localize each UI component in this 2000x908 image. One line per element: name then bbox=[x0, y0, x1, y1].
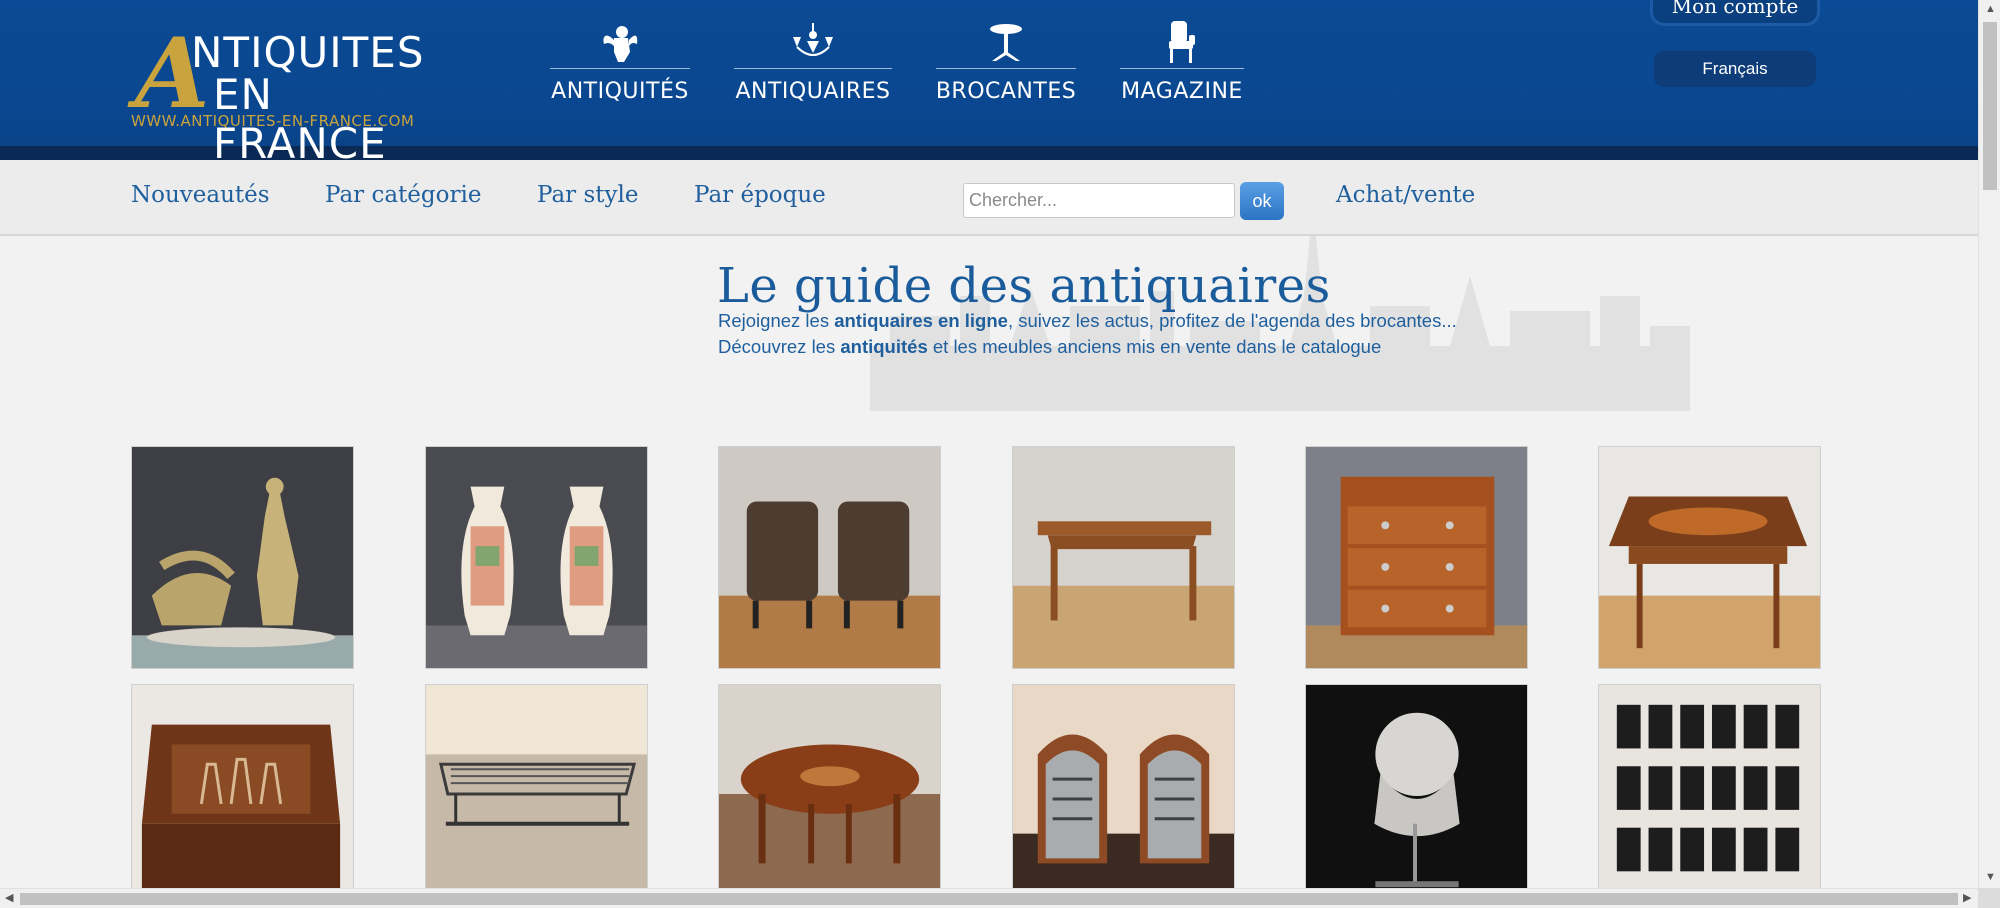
armchair-icon bbox=[1152, 20, 1212, 66]
product-thumbnail[interactable] bbox=[1012, 446, 1235, 669]
horizontal-scrollbar[interactable]: ◀ ▶ bbox=[0, 888, 1978, 908]
vases-image bbox=[426, 447, 647, 668]
product-thumbnail[interactable] bbox=[1305, 446, 1528, 669]
nav-label: BROCANTES bbox=[935, 79, 1077, 104]
cherub-icon bbox=[590, 20, 650, 66]
product-thumbnail[interactable] bbox=[425, 446, 648, 669]
antiquites-link[interactable]: antiquités bbox=[840, 336, 927, 357]
hero-text: , suivez les actus, profitez de l'agenda… bbox=[1007, 310, 1457, 331]
nav-antiquites[interactable]: ANTIQUITÉS bbox=[550, 20, 690, 104]
marquetry-box-image bbox=[132, 685, 353, 906]
writing-table-image bbox=[1013, 447, 1234, 668]
product-thumbnail[interactable] bbox=[1305, 684, 1528, 907]
subnav-par-categorie[interactable]: Par catégorie bbox=[325, 182, 481, 208]
subnav-achat-vente[interactable]: Achat/vente bbox=[1336, 182, 1475, 208]
scroll-up-icon[interactable]: ▲ bbox=[1985, 4, 1996, 15]
product-thumbnail[interactable] bbox=[131, 684, 354, 907]
nav-antiquaires[interactable]: ANTIQUAIRES bbox=[734, 20, 892, 104]
antiquaires-en-ligne-link[interactable]: antiquaires en ligne bbox=[834, 310, 1008, 331]
site-logo[interactable]: A NTIQUITES EN FRANCE WWW.ANTIQUITES-EN-… bbox=[131, 24, 451, 169]
pedestal-table-icon bbox=[976, 20, 1036, 66]
vertical-scrollbar-thumb[interactable] bbox=[1983, 22, 1997, 190]
nav-divider bbox=[734, 68, 892, 69]
hero-text: Découvrez les bbox=[718, 336, 841, 357]
vertical-scrollbar[interactable]: ▲ ▼ bbox=[1978, 0, 2000, 888]
subnav-par-style[interactable]: Par style bbox=[537, 182, 638, 208]
search-input[interactable] bbox=[963, 183, 1235, 218]
herbarium-frames-image bbox=[1599, 685, 1820, 906]
product-thumbnail[interactable] bbox=[1598, 446, 1821, 669]
horizontal-scrollbar-thumb[interactable] bbox=[20, 893, 1958, 905]
nav-magazine[interactable]: MAGAZINE bbox=[1120, 20, 1244, 104]
hero-text: et les meubles anciens mis en vente dans… bbox=[927, 336, 1382, 357]
main-nav: ANTIQUITÉS ANTIQUAIRES BROCANTES MAGAZIN… bbox=[550, 20, 1244, 104]
scroll-left-icon[interactable]: ◀ bbox=[5, 893, 13, 904]
page-title: Le guide des antiquaires bbox=[717, 258, 1331, 314]
product-thumbnail[interactable] bbox=[1598, 684, 1821, 907]
language-selector[interactable]: Français bbox=[1654, 51, 1816, 87]
secondary-nav: Nouveautés Par catégorie Par style Par é… bbox=[0, 160, 1978, 236]
nav-label: ANTIQUITÉS bbox=[551, 79, 689, 104]
product-thumbnail[interactable] bbox=[131, 446, 354, 669]
bergere-chairs-image bbox=[1013, 685, 1234, 906]
hero-intro-line-1: Rejoignez les antiquaires en ligne, suiv… bbox=[718, 310, 1457, 332]
scroll-down-icon[interactable]: ▼ bbox=[1985, 872, 1996, 883]
hero-intro-line-2: Découvrez les antiquités et les meubles … bbox=[718, 336, 1381, 358]
product-thumbnail[interactable] bbox=[718, 446, 941, 669]
nav-divider bbox=[936, 68, 1076, 69]
subnav-nouveautes[interactable]: Nouveautés bbox=[131, 182, 270, 208]
scroll-right-icon[interactable]: ▶ bbox=[1963, 893, 1971, 904]
search-button[interactable]: ok bbox=[1240, 182, 1284, 220]
hero-text: Rejoignez les bbox=[718, 310, 835, 331]
site-header: A NTIQUITES EN FRANCE WWW.ANTIQUITES-EN-… bbox=[0, 0, 1978, 169]
nav-label: ANTIQUAIRES bbox=[735, 79, 891, 104]
chrome-shelf-image bbox=[426, 685, 647, 906]
sculpture-image bbox=[132, 447, 353, 668]
nav-brocantes[interactable]: BROCANTES bbox=[936, 20, 1076, 104]
armchairs-image bbox=[719, 447, 940, 668]
scrollbar-corner bbox=[1978, 888, 2000, 908]
nav-divider bbox=[550, 68, 690, 69]
account-button[interactable]: Mon compte bbox=[1650, 0, 1820, 26]
subnav-par-epoque[interactable]: Par époque bbox=[694, 182, 826, 208]
product-thumbnail[interactable] bbox=[425, 684, 648, 907]
logo-url: WWW.ANTIQUITES-EN-FRANCE.COM bbox=[131, 112, 415, 130]
product-thumbnail[interactable] bbox=[718, 684, 941, 907]
product-thumbnail[interactable] bbox=[1012, 684, 1235, 907]
nav-label: MAGAZINE bbox=[1121, 79, 1243, 104]
round-table-image bbox=[719, 685, 940, 906]
plaster-bust-image bbox=[1306, 685, 1527, 906]
side-table-image bbox=[1599, 447, 1820, 668]
chandelier-icon bbox=[783, 20, 843, 66]
nav-divider bbox=[1120, 68, 1244, 69]
chest-of-drawers-image bbox=[1306, 447, 1527, 668]
